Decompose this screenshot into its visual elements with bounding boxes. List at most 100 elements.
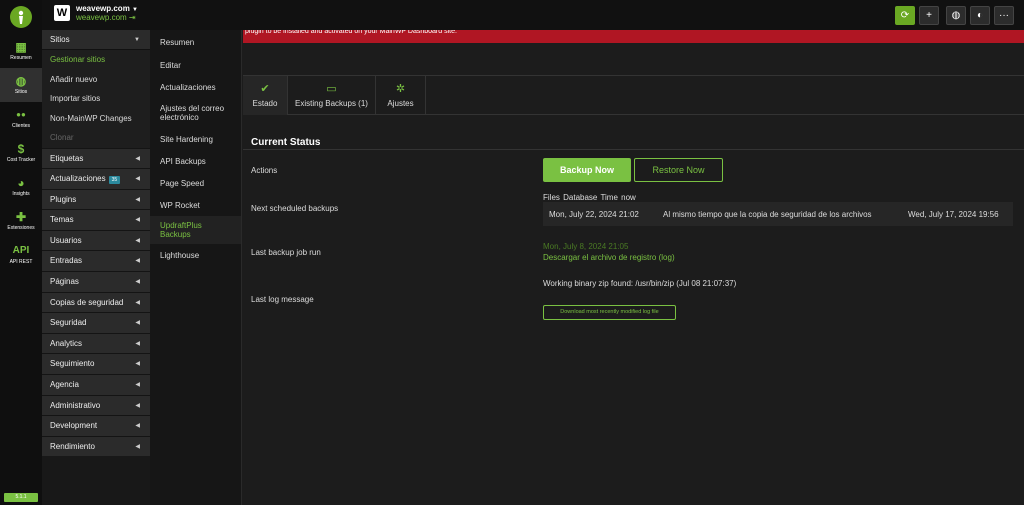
- site-menu: Resumen Editar Actualizaciones Ajustes d…: [150, 30, 242, 505]
- site-menu-editar[interactable]: Editar: [150, 54, 241, 76]
- globe-icon: ◍: [15, 74, 27, 88]
- caret-left-icon: ◀: [135, 361, 140, 368]
- more-button[interactable]: ···: [994, 6, 1014, 25]
- menu-item-label: Etiquetas: [50, 153, 84, 163]
- pie-chart-icon: ◕: [17, 176, 25, 190]
- mainwp-logo[interactable]: [0, 0, 42, 34]
- palette-icon: ◐: [976, 10, 984, 21]
- error-alert-banner: plugin to be installed and activated on …: [243, 30, 1024, 43]
- tab-label: Existing Backups (1): [295, 98, 368, 108]
- caret-left-icon: ◀: [135, 155, 140, 162]
- site-url[interactable]: weavewp.com: [76, 13, 127, 22]
- label-next-scheduled: Next scheduled backups: [251, 204, 339, 213]
- tab-ajustes[interactable]: ✲ Ajustes: [376, 76, 426, 115]
- site-menu-ajustes-correo[interactable]: Ajustes del correo electrónico: [150, 98, 241, 128]
- caret-left-icon: ◀: [135, 382, 140, 389]
- site-menu-page-speed[interactable]: Page Speed: [150, 172, 241, 194]
- menu-item-usuarios[interactable]: Usuarios ◀: [42, 229, 150, 251]
- menu-item-label: Páginas: [50, 277, 79, 287]
- site-menu-updraftplus-backups[interactable]: UpdraftPlus Backups: [150, 216, 241, 244]
- menu-item-administrativo[interactable]: Administrativo ◀: [42, 394, 150, 416]
- download-log-link[interactable]: Descargar el archivo de registro (log): [543, 253, 675, 262]
- site-switcher[interactable]: W weavewp.com ▼ weavewp.com ⇥: [54, 4, 138, 22]
- nav-sitios[interactable]: ◍ Sitios: [0, 68, 42, 102]
- sitios-menu: Sitios ▼ Gestionar sitios Añadir nuevo Im…: [42, 30, 150, 505]
- users-icon: ●●: [16, 110, 26, 119]
- menu-item-label: Seguridad: [50, 318, 87, 328]
- puzzle-icon: ✚: [15, 210, 27, 224]
- nav-label: Clientes: [11, 123, 31, 129]
- site-menu-site-hardening[interactable]: Site Hardening: [150, 128, 241, 150]
- submenu-clonar[interactable]: Clonar: [42, 128, 150, 148]
- download-log-button[interactable]: Download most recently modified log file: [543, 305, 676, 320]
- schedule-time-now: Wed, July 17, 2024 19:56: [908, 209, 999, 219]
- caret-left-icon: ◀: [135, 299, 140, 306]
- backup-now-button[interactable]: Backup Now: [543, 158, 631, 182]
- dollar-icon: $: [17, 142, 25, 156]
- nav-label: API REST: [9, 259, 33, 265]
- menu-item-paginas[interactable]: Páginas ◀: [42, 271, 150, 292]
- menu-item-label: Analytics: [50, 338, 83, 348]
- menu-item-development[interactable]: Development ◀: [42, 415, 150, 436]
- check-icon: ✔: [260, 82, 270, 95]
- schedule-files-time: Mon, July 22, 2024 21:02: [549, 209, 639, 219]
- menu-item-label: Temas: [50, 215, 74, 225]
- external-link-icon[interactable]: ⇥: [129, 13, 136, 22]
- submenu-non-mainwp-changes[interactable]: Non-MainWP Changes: [42, 108, 150, 128]
- site-menu-api-backups[interactable]: API Backups: [150, 150, 241, 172]
- submenu-gestionar-sitios[interactable]: Gestionar sitios: [42, 50, 150, 70]
- menu-item-label: Actualizaciones: [50, 174, 106, 184]
- hdd-icon: ▭: [326, 82, 337, 95]
- caret-down-icon: ▼: [134, 37, 140, 43]
- caret-left-icon: ◀: [135, 279, 140, 286]
- nav-label: Cost Tracker: [6, 157, 36, 163]
- logo-icon: [10, 6, 32, 28]
- caret-left-icon: ◀: [135, 196, 140, 203]
- submenu-importar-sitios[interactable]: Importar sitios: [42, 89, 150, 109]
- tab-label: Ajustes: [387, 98, 414, 108]
- menu-item-temas[interactable]: Temas ◀: [42, 209, 150, 230]
- menu-header-sitios[interactable]: Sitios ▼: [42, 30, 150, 50]
- caret-left-icon: ◀: [135, 237, 140, 244]
- menu-item-actualizaciones[interactable]: Actualizaciones 35 ◀: [42, 168, 150, 189]
- nav-api-rest[interactable]: API API REST: [0, 238, 42, 272]
- site-initial-icon: W: [54, 5, 70, 21]
- last-backup-date: Mon, July 8, 2024 21:05: [543, 242, 629, 251]
- nav-insights[interactable]: ◕ Insights: [0, 170, 42, 204]
- menu-item-etiquetas[interactable]: Etiquetas ◀: [42, 147, 150, 169]
- nav-cost-tracker[interactable]: $ Cost Tracker: [0, 136, 42, 170]
- tab-estado[interactable]: ✔ Estado: [243, 76, 288, 115]
- menu-item-entradas[interactable]: Entradas ◀: [42, 250, 150, 272]
- nav-label: Sitios: [14, 89, 28, 95]
- menu-item-rendimiento[interactable]: Rendimiento ◀: [42, 435, 150, 457]
- nav-label: Resumen: [10, 55, 32, 61]
- site-menu-wp-rocket[interactable]: WP Rocket: [150, 194, 241, 216]
- menu-item-seguimiento[interactable]: Seguimiento ◀: [42, 353, 150, 375]
- add-button[interactable]: +: [919, 6, 939, 25]
- plus-icon: +: [926, 10, 932, 21]
- theme-button[interactable]: ◐: [970, 6, 990, 25]
- menu-item-analytics[interactable]: Analytics ◀: [42, 332, 150, 354]
- menu-item-copias-de-seguridad[interactable]: Copias de seguridad ◀: [42, 291, 150, 313]
- nav-resumen[interactable]: ▦ Resumen: [0, 34, 42, 68]
- globe-button[interactable]: ◍: [946, 6, 966, 25]
- sync-button[interactable]: ⟳: [895, 6, 915, 25]
- nav-extensiones[interactable]: ✚ Extensiones: [0, 204, 42, 238]
- restore-now-button[interactable]: Restore Now: [634, 158, 723, 182]
- menu-item-label: Development: [50, 421, 98, 431]
- icon-sidebar: ▦ Resumen ◍ Sitios ●● Clientes $ Cost Tracke…: [0, 0, 42, 505]
- site-menu-lighthouse[interactable]: Lighthouse: [150, 244, 241, 266]
- caret-left-icon: ◀: [135, 402, 140, 409]
- menu-item-plugins[interactable]: Plugins ◀: [42, 188, 150, 210]
- title-divider: [243, 149, 1024, 150]
- submenu-anadir-nuevo[interactable]: Añadir nuevo: [42, 69, 150, 89]
- label-actions: Actions: [251, 166, 278, 175]
- site-menu-actualizaciones[interactable]: Actualizaciones: [150, 76, 241, 98]
- caret-left-icon: ◀: [135, 258, 140, 265]
- nav-clientes[interactable]: ●● Clientes: [0, 102, 42, 136]
- backup-tabs: ✔ Estado ▭ Existing Backups (1) ✲ Ajustes: [243, 75, 1024, 115]
- menu-item-agencia[interactable]: Agencia ◀: [42, 374, 150, 395]
- site-menu-resumen[interactable]: Resumen: [150, 30, 241, 54]
- tab-existing-backups[interactable]: ▭ Existing Backups (1): [288, 76, 376, 115]
- menu-item-seguridad[interactable]: Seguridad ◀: [42, 312, 150, 333]
